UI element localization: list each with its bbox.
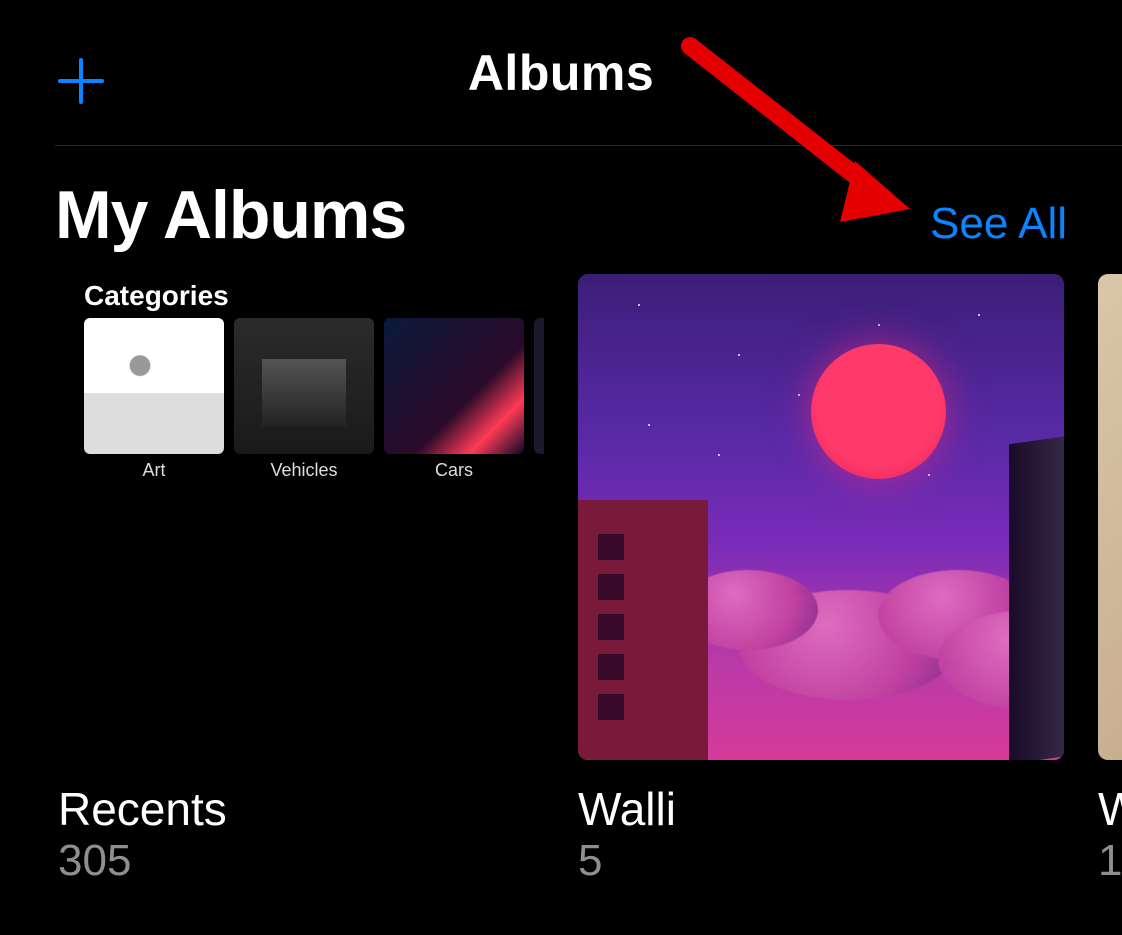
categories-heading: Categories: [84, 280, 229, 312]
category-thumb-cars: [384, 318, 524, 454]
categories-row: Art Vehicles Cars: [84, 318, 544, 481]
category-item: Art: [84, 318, 224, 481]
page-title: Albums: [55, 44, 1067, 102]
album-count: 305: [58, 836, 544, 886]
category-thumb-peek: [534, 318, 544, 454]
category-item: Cars: [384, 318, 524, 481]
category-thumb-art: [84, 318, 224, 454]
plus-icon: [58, 58, 104, 104]
album-thumbnail: Categories Art Vehicles Cars: [58, 274, 544, 760]
album-name: Walli: [578, 782, 1064, 836]
section-header: My Albums See All: [0, 146, 1122, 274]
album-card-recents[interactable]: Categories Art Vehicles Cars: [58, 274, 544, 886]
category-item-peek: [534, 318, 544, 481]
category-label: Cars: [384, 460, 524, 481]
section-title: My Albums: [55, 176, 406, 254]
header-bar: Albums: [0, 0, 1122, 145]
add-album-button[interactable]: [55, 55, 107, 107]
category-label: Vehicles: [234, 460, 374, 481]
album-card-peek[interactable]: W 1: [1098, 274, 1122, 886]
album-thumbnail: [1098, 274, 1122, 760]
album-name: W: [1098, 782, 1122, 836]
category-item: Vehicles: [234, 318, 374, 481]
album-count: 5: [578, 836, 1064, 886]
see-all-link[interactable]: See All: [930, 199, 1067, 249]
album-thumbnail: [578, 274, 1064, 760]
album-card-walli[interactable]: Walli 5: [578, 274, 1064, 886]
category-label: Art: [84, 460, 224, 481]
category-thumb-vehicles: [234, 318, 374, 454]
album-name: Recents: [58, 782, 544, 836]
albums-row[interactable]: Categories Art Vehicles Cars: [0, 274, 1122, 886]
album-count: 1: [1098, 836, 1122, 886]
